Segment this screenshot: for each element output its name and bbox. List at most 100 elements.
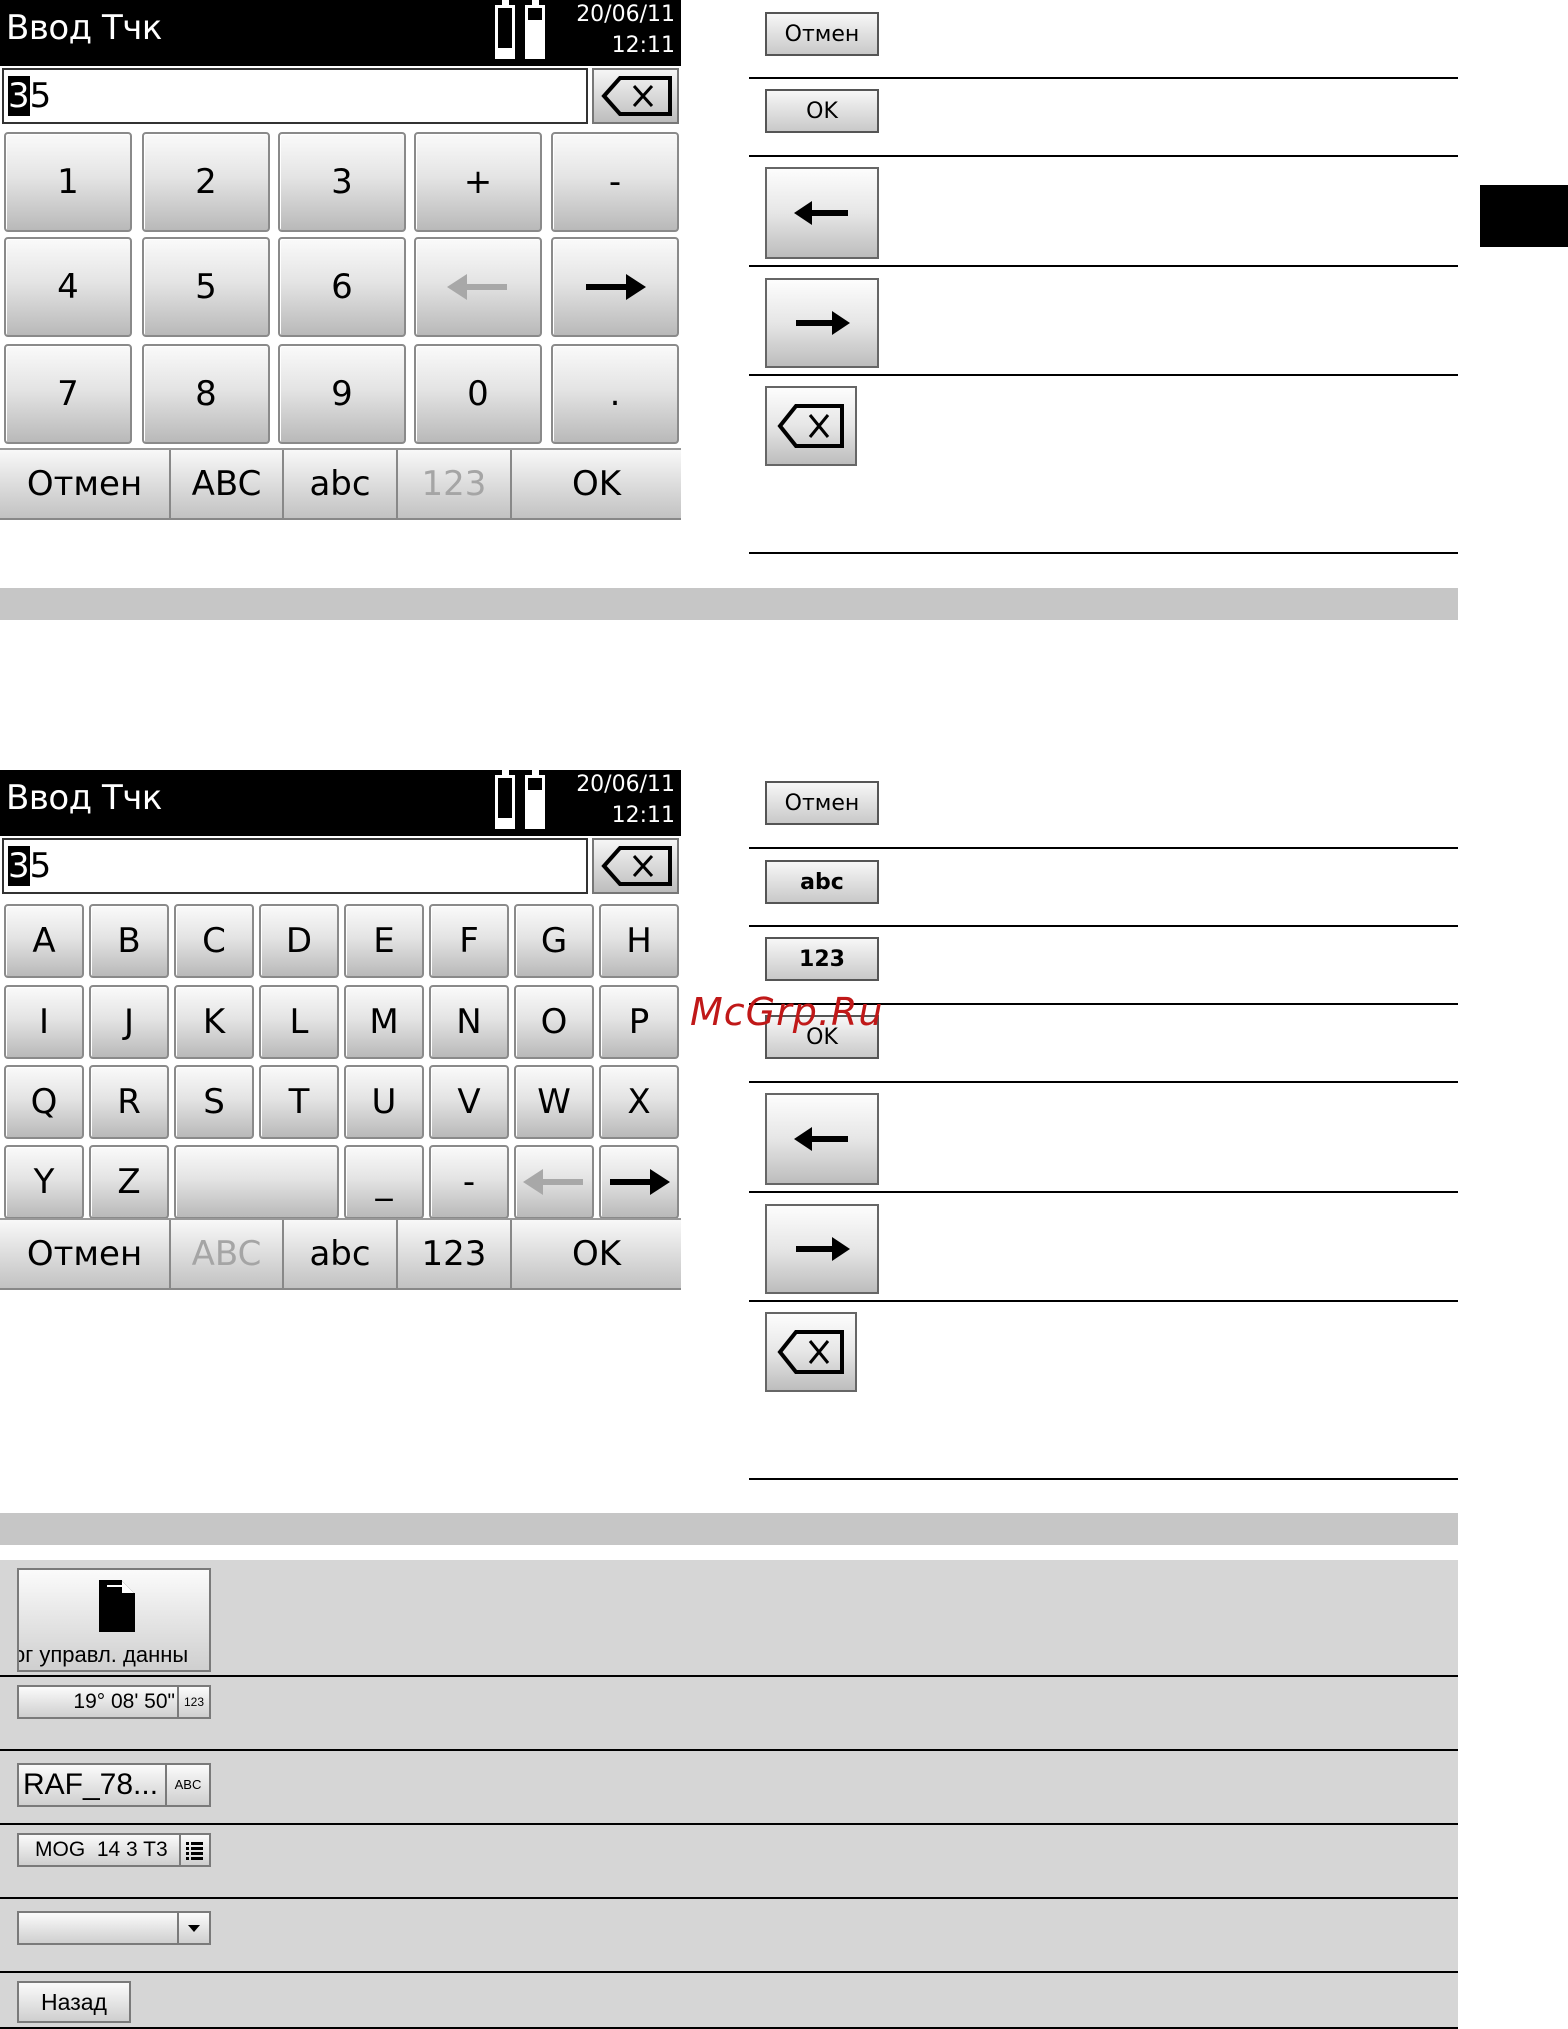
key-arrow-left[interactable]	[514, 1145, 594, 1219]
key-x[interactable]: X	[599, 1065, 679, 1139]
lowercase-mode-button[interactable]: abc	[284, 1220, 398, 1288]
table-row: MOG 14 3 T3	[0, 1825, 1458, 1899]
key-minus[interactable]: -	[551, 132, 679, 232]
key-arrow-right[interactable]	[599, 1145, 679, 1219]
input-value: 5	[29, 76, 52, 116]
key-a[interactable]: A	[4, 904, 84, 978]
numeric-keyboard-screen: Ввод Тчк 20/06/11 12:11 35 1 2 3 + -4 5 6 7 8 9 0.…	[0, 0, 681, 520]
key-3[interactable]: 3	[278, 132, 406, 232]
key-w[interactable]: W	[514, 1065, 594, 1139]
date-label: 20/06/11	[576, 2, 675, 27]
table-row: 19° 08' 50" 123	[0, 1677, 1458, 1751]
point-input[interactable]: 35	[2, 68, 588, 124]
legend-backspace-button	[765, 1312, 857, 1392]
text-cursor: 3	[8, 76, 30, 116]
data-management-label: ог управл. данны	[17, 1642, 189, 1667]
legend-right-arrow-button	[765, 1204, 879, 1294]
legend-backspace-button	[765, 386, 857, 466]
key-arrow-left[interactable]	[414, 237, 542, 337]
key-1[interactable]: 1	[4, 132, 132, 232]
key-4[interactable]: 4	[4, 237, 132, 337]
key-m[interactable]: M	[344, 985, 424, 1059]
list-value-field[interactable]: MOG 14 3 T3	[17, 1833, 211, 1867]
uppercase-mode-button[interactable]: ABC	[171, 1220, 284, 1288]
data-management-button[interactable]: ог управл. данны	[17, 1568, 211, 1672]
legend-left-arrow-button	[765, 167, 879, 259]
arrow-right-icon	[586, 274, 646, 300]
key-9[interactable]: 9	[278, 344, 406, 444]
key-g[interactable]: G	[514, 904, 594, 978]
battery-2-icon	[525, 770, 545, 829]
back-button[interactable]: Назад	[17, 1981, 131, 2023]
key-e[interactable]: E	[344, 904, 424, 978]
key-arrow-right[interactable]	[551, 237, 679, 337]
key-o[interactable]: O	[514, 985, 594, 1059]
legend-left-arrow-button	[765, 1093, 879, 1185]
ok-button[interactable]: OK	[512, 1220, 681, 1288]
key-2[interactable]: 2	[142, 132, 270, 232]
arrow-left-icon	[523, 1169, 583, 1195]
uppercase-mode-button[interactable]: ABC	[171, 450, 284, 518]
table-row: ог управл. данны	[0, 1560, 1458, 1677]
key-minus[interactable]: -	[429, 1145, 509, 1219]
backspace-icon	[777, 1330, 844, 1374]
numeric-mode-button[interactable]: 123	[398, 450, 512, 518]
key-n[interactable]: N	[429, 985, 509, 1059]
key-q[interactable]: Q	[4, 1065, 84, 1139]
input-value: 5	[29, 846, 52, 886]
battery-1-icon	[495, 770, 515, 829]
key-r[interactable]: R	[89, 1065, 169, 1139]
key-c[interactable]: C	[174, 904, 254, 978]
arrow-right-icon	[796, 1237, 850, 1261]
key-j[interactable]: J	[89, 985, 169, 1059]
key-s[interactable]: S	[174, 1065, 254, 1139]
key-t[interactable]: T	[259, 1065, 339, 1139]
legend-cancel-button: Отмен	[765, 781, 879, 825]
point-input[interactable]: 35	[2, 838, 588, 894]
angle-value-field[interactable]: 19° 08' 50" 123	[17, 1685, 211, 1719]
cancel-button[interactable]: Отмен	[0, 450, 171, 518]
cancel-button[interactable]: Отмен	[0, 1220, 171, 1288]
key-plus[interactable]: +	[414, 132, 542, 232]
key-k[interactable]: K	[174, 985, 254, 1059]
key-0[interactable]: 0	[414, 344, 542, 444]
key-y[interactable]: Y	[4, 1145, 84, 1219]
legend-cancel-button: Отмен	[765, 12, 879, 56]
dropdown-select[interactable]	[17, 1911, 211, 1945]
title-bar: Ввод Тчк 20/06/11 12:11	[0, 0, 681, 66]
legend-right-arrow-button	[765, 278, 879, 368]
key-6[interactable]: 6	[278, 237, 406, 337]
key-5[interactable]: 5	[142, 237, 270, 337]
key-underscore[interactable]: _	[344, 1145, 424, 1219]
backspace-button[interactable]	[592, 68, 679, 124]
backspace-button[interactable]	[592, 838, 679, 894]
key-f[interactable]: F	[429, 904, 509, 978]
key-v[interactable]: V	[429, 1065, 509, 1139]
section-tab-marker	[1480, 185, 1568, 247]
time-label: 12:11	[611, 803, 675, 828]
ok-button[interactable]: OK	[512, 450, 681, 518]
key-dot[interactable]: .	[551, 344, 679, 444]
table-row	[0, 1899, 1458, 1973]
numeric-mode-button[interactable]: 123	[398, 1220, 512, 1288]
widget-table: ог управл. данны 19° 08' 50" 123 RAF_78.…	[0, 1560, 1458, 2029]
key-i[interactable]: I	[4, 985, 84, 1059]
key-7[interactable]: 7	[4, 344, 132, 444]
legend-ok-button: OK	[765, 89, 879, 133]
key-b[interactable]: B	[89, 904, 169, 978]
key-8[interactable]: 8	[142, 344, 270, 444]
key-h[interactable]: H	[599, 904, 679, 978]
key-p[interactable]: P	[599, 985, 679, 1059]
arrow-right-icon	[796, 311, 850, 335]
key-d[interactable]: D	[259, 904, 339, 978]
table-row: Назад	[0, 1973, 1458, 2029]
list-value: MOG 14 3 T3	[35, 1838, 168, 1861]
key-l[interactable]: L	[259, 985, 339, 1059]
lowercase-mode-button[interactable]: abc	[284, 450, 398, 518]
battery-1-icon	[495, 0, 515, 59]
key-z[interactable]: Z	[89, 1145, 169, 1219]
angle-value: 19° 08' 50"	[73, 1690, 175, 1713]
text-value-field[interactable]: RAF_78... ABC	[17, 1763, 211, 1807]
key-space[interactable]	[174, 1145, 339, 1219]
key-u[interactable]: U	[344, 1065, 424, 1139]
